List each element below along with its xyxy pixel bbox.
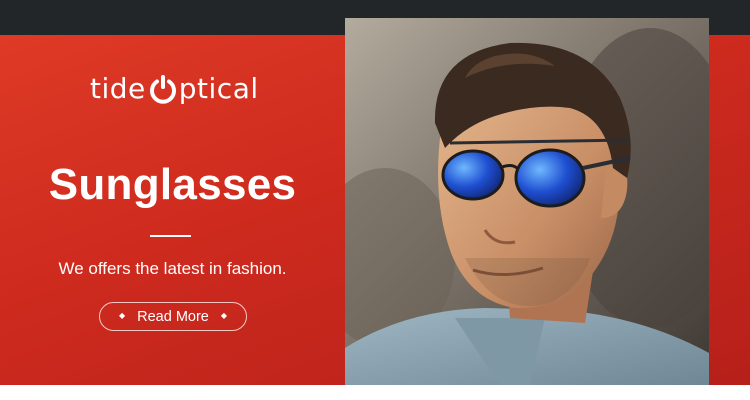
brand-prefix: tide bbox=[90, 71, 146, 105]
model-photo bbox=[345, 18, 709, 385]
read-more-label: Read More bbox=[137, 308, 209, 325]
hero-tagline: We offers the latest in fashion. bbox=[58, 259, 287, 278]
hero-title: Sunglasses bbox=[48, 160, 297, 209]
brand-suffix: ptical bbox=[178, 71, 259, 105]
diamond-bullet-icon: ◆ bbox=[220, 311, 228, 320]
promo-banner: tide ptical Sunglasses We offers the lat… bbox=[0, 0, 750, 400]
brand-logo[interactable]: tide ptical bbox=[90, 62, 259, 114]
bottom-white-strip bbox=[0, 385, 750, 400]
read-more-button[interactable]: ◆ Read More ◆ bbox=[99, 302, 247, 331]
diamond-bullet-icon: ◆ bbox=[118, 311, 126, 320]
title-divider bbox=[150, 235, 191, 237]
power-o-icon bbox=[148, 72, 178, 106]
